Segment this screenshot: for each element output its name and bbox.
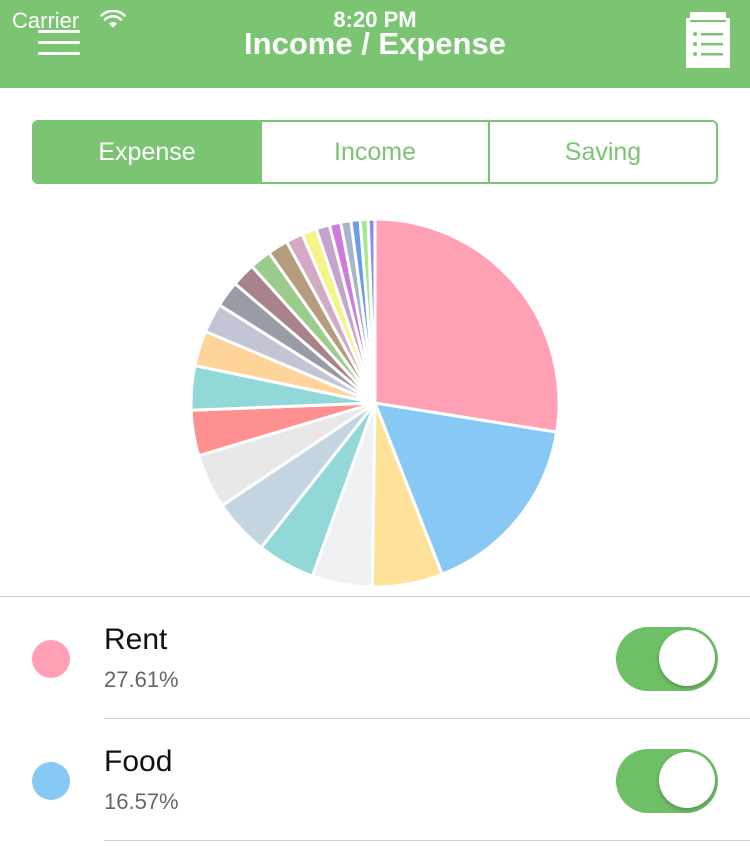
category-toggle[interactable] [616,627,718,691]
navigation-bar: Carrier 8:20 PM Income / Expense [0,0,750,88]
category-percent: 16.57% [104,789,179,814]
toggle-knob [659,630,715,686]
category-row-food[interactable]: Food 16.57% [0,719,750,841]
toggle-knob [659,752,715,808]
expense-pie-chart [190,218,560,588]
page-title: Income / Expense [244,26,506,61]
clipboard-list-icon[interactable] [684,12,732,70]
category-color-dot [32,640,70,678]
category-toggle[interactable] [616,749,718,813]
row-divider [104,840,750,841]
pie-slice-rent[interactable] [373,218,560,434]
segment-saving[interactable]: Saving [488,122,716,182]
category-percent: 27.61% [104,667,179,692]
category-name: Food [104,745,173,778]
category-name: Rent [104,623,168,656]
segment-income[interactable]: Income [260,122,488,182]
category-color-dot [32,762,70,800]
category-row-rent[interactable]: Rent 27.61% [0,597,750,719]
type-segmented-control: Expense Income Saving [32,120,718,184]
segment-expense[interactable]: Expense [34,122,260,182]
